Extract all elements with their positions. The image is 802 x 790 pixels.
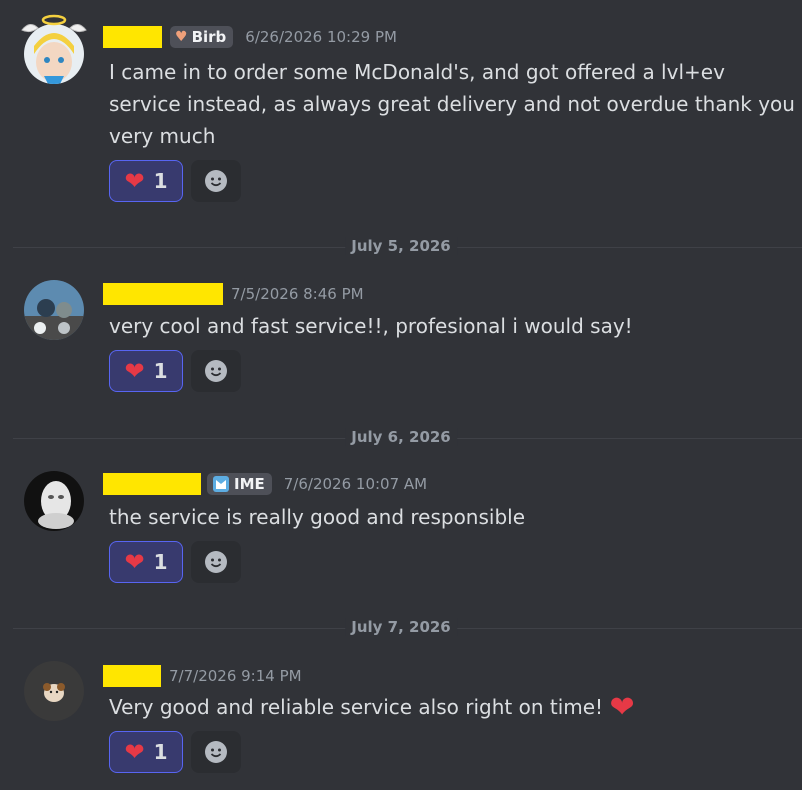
red-heart-icon: ❤	[124, 548, 145, 576]
guild-tag-label: IME	[234, 475, 265, 493]
redacted-username[interactable]	[103, 473, 201, 495]
smiley-icon	[205, 360, 227, 382]
add-reaction-button[interactable]	[191, 541, 241, 583]
reaction-count: 1	[153, 359, 168, 383]
heart-badge-icon: ♥	[175, 29, 188, 45]
avatar[interactable]	[24, 471, 84, 531]
message-text: the service is really good and responsib…	[109, 505, 526, 529]
date-label: July 5, 2026	[345, 237, 457, 255]
red-heart-icon: ❤	[609, 690, 635, 725]
timestamp: 7/5/2026 8:46 PM	[231, 285, 364, 303]
red-heart-icon: ❤	[124, 357, 145, 385]
reaction-count: 1	[153, 169, 168, 193]
redacted-username[interactable]	[103, 26, 162, 48]
smiley-icon	[205, 170, 227, 192]
guild-tag[interactable]: IME	[207, 473, 272, 495]
message-text: Very good and reliable service also righ…	[109, 691, 798, 724]
smiley-icon	[205, 741, 227, 763]
timestamp: 6/26/2026 10:29 PM	[245, 28, 397, 46]
timestamp: 7/7/2026 9:14 PM	[169, 667, 302, 685]
heart-reaction[interactable]: ❤ 1	[109, 350, 183, 392]
add-reaction-button[interactable]	[191, 731, 241, 773]
angel-wings-decoration	[21, 14, 87, 33]
date-label: July 7, 2026	[345, 618, 457, 636]
red-heart-icon: ❤	[124, 738, 145, 766]
avatar[interactable]	[24, 280, 84, 340]
add-reaction-button[interactable]	[191, 160, 241, 202]
date-divider: July 7, 2026	[0, 618, 802, 638]
smiley-icon	[205, 551, 227, 573]
timestamp: 7/6/2026 10:07 AM	[283, 475, 428, 493]
reaction-count: 1	[153, 550, 168, 574]
guild-tag-label: Birb	[191, 28, 227, 46]
add-reaction-button[interactable]	[191, 350, 241, 392]
redacted-username[interactable]	[103, 665, 161, 687]
heart-reaction[interactable]: ❤ 1	[109, 731, 183, 773]
heart-reaction[interactable]: ❤ 1	[109, 160, 183, 202]
message-text-content: Very good and reliable service also righ…	[109, 695, 604, 719]
message-text: very cool and fast service!!, profesiona…	[109, 314, 633, 338]
reaction-count: 1	[153, 740, 168, 764]
date-label: July 6, 2026	[345, 428, 457, 446]
avatar[interactable]	[24, 661, 84, 721]
date-divider: July 5, 2026	[0, 237, 802, 257]
red-heart-icon: ❤	[124, 167, 145, 195]
heart-reaction[interactable]: ❤ 1	[109, 541, 183, 583]
message-text: I came in to order some McDonald's, and …	[109, 60, 795, 148]
guild-tag[interactable]: ♥ Birb	[170, 26, 234, 48]
date-divider: July 6, 2026	[0, 428, 802, 448]
guild-tag-icon	[213, 476, 229, 492]
redacted-username[interactable]	[103, 283, 223, 305]
